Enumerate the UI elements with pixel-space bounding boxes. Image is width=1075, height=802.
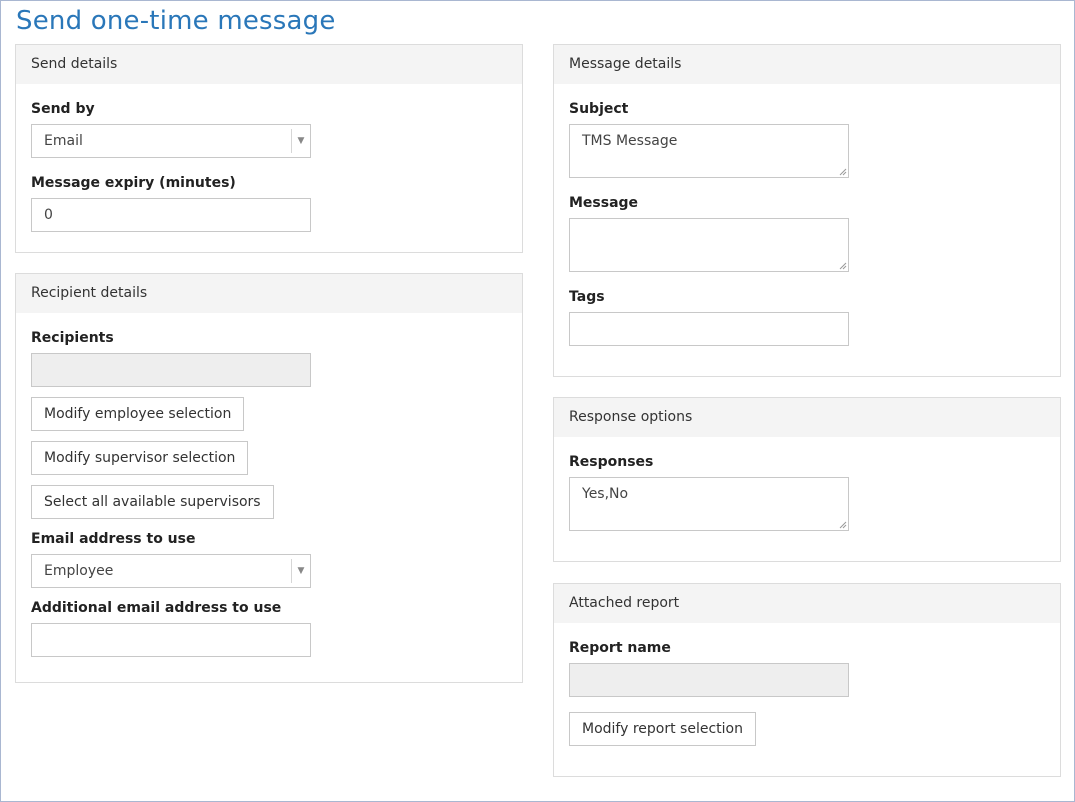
recipients-field <box>31 353 311 387</box>
resize-grip-icon[interactable] <box>839 168 847 176</box>
email-address-select[interactable]: Employee ▼ <box>31 554 311 588</box>
send-by-value: Email <box>44 133 83 149</box>
modify-report-button[interactable]: Modify report selection <box>569 712 756 746</box>
modify-employee-button[interactable]: Modify employee selection <box>31 397 245 431</box>
responses-label: Responses <box>569 454 654 470</box>
subject-value: TMS Message <box>582 133 678 149</box>
send-details-panel: Send details Send by Email ▼ Message exp… <box>15 44 523 253</box>
subject-label: Subject <box>569 101 629 117</box>
page-title: Send one-time message <box>16 6 336 36</box>
tags-label: Tags <box>569 289 605 305</box>
expiry-label: Message expiry (minutes) <box>31 175 236 191</box>
select-all-supervisors-button[interactable]: Select all available supervisors <box>31 485 274 519</box>
additional-email-label: Additional email address to use <box>31 600 282 616</box>
email-address-value: Employee <box>44 563 114 579</box>
email-address-label: Email address to use <box>31 531 196 547</box>
modify-supervisor-button[interactable]: Modify supervisor selection <box>31 441 249 475</box>
report-name-field <box>569 663 849 697</box>
message-label: Message <box>569 195 639 211</box>
response-options-panel: Response options Responses Yes,No <box>553 397 1061 562</box>
report-name-label: Report name <box>569 640 671 656</box>
attached-report-panel: Attached report Report name Modify repor… <box>553 583 1061 777</box>
attached-report-header: Attached report <box>554 584 1060 623</box>
subject-textarea[interactable]: TMS Message <box>569 124 849 178</box>
recipient-details-panel: Recipient details Recipients Modify empl… <box>15 273 523 683</box>
additional-email-input[interactable] <box>31 623 311 657</box>
resize-grip-icon[interactable] <box>839 521 847 529</box>
send-by-label: Send by <box>31 101 95 117</box>
recipient-details-header: Recipient details <box>16 274 522 313</box>
resize-grip-icon[interactable] <box>839 262 847 270</box>
message-details-panel: Message details Subject TMS Message Mess… <box>553 44 1061 377</box>
response-options-header: Response options <box>554 398 1060 437</box>
send-by-select[interactable]: Email ▼ <box>31 124 311 158</box>
responses-textarea[interactable]: Yes,No <box>569 477 849 531</box>
send-details-header: Send details <box>16 45 522 84</box>
message-textarea[interactable] <box>569 218 849 272</box>
expiry-input[interactable]: 0 <box>31 198 311 232</box>
recipients-label: Recipients <box>31 330 114 346</box>
dropdown-arrow-icon: ▼ <box>291 129 310 153</box>
tags-input[interactable] <box>569 312 849 346</box>
responses-value: Yes,No <box>582 486 629 502</box>
message-details-header: Message details <box>554 45 1060 84</box>
dropdown-arrow-icon: ▼ <box>291 559 310 583</box>
